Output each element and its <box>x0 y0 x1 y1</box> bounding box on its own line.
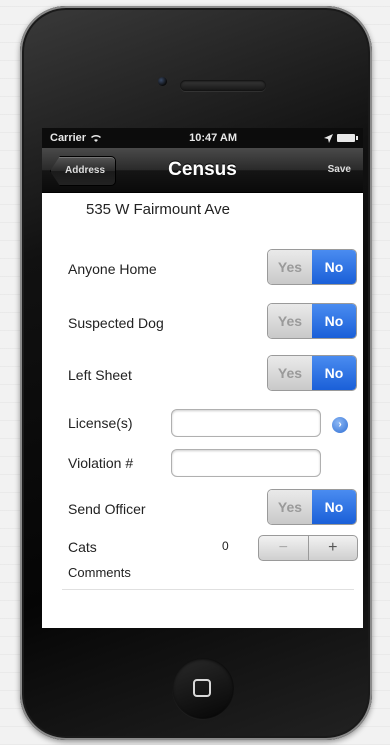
suspected-dog-no[interactable]: No <box>312 304 356 338</box>
send-officer-segmented: Yes No <box>267 489 357 525</box>
comments-label: Comments <box>68 565 131 580</box>
violation-input[interactable] <box>171 449 321 477</box>
licenses-input[interactable] <box>171 409 321 437</box>
comments-textarea[interactable] <box>62 589 354 628</box>
screen: Carrier 10:47 AM Address Census Save 535… <box>42 128 363 628</box>
speaker-grille <box>180 80 266 91</box>
licenses-label: License(s) <box>68 415 133 431</box>
anyone-home-label: Anyone Home <box>68 261 157 277</box>
anyone-home-yes[interactable]: Yes <box>268 250 312 284</box>
suspected-dog-segmented: Yes No <box>267 303 357 339</box>
violation-label: Violation # <box>68 455 134 471</box>
home-square-icon <box>193 679 211 697</box>
left-sheet-no[interactable]: No <box>312 356 356 390</box>
battery-icon <box>337 134 358 142</box>
address-label: 535 W Fairmount Ave <box>86 201 230 218</box>
left-sheet-yes[interactable]: Yes <box>268 356 312 390</box>
cats-stepper: − + <box>258 535 358 561</box>
cats-label: Cats <box>68 539 97 555</box>
cats-decrement-button[interactable]: − <box>259 536 309 560</box>
camera-icon <box>158 77 167 86</box>
form-content: 535 W Fairmount Ave Anyone Home Yes No S… <box>42 193 363 628</box>
info-disclosure-icon[interactable]: › <box>332 417 348 433</box>
suspected-dog-label: Suspected Dog <box>68 315 164 331</box>
send-officer-label: Send Officer <box>68 501 146 517</box>
navigation-bar: Address Census Save <box>42 148 363 193</box>
suspected-dog-yes[interactable]: Yes <box>268 304 312 338</box>
cats-count: 0 <box>222 539 229 553</box>
wifi-icon <box>91 134 102 142</box>
carrier-label: Carrier <box>50 132 87 144</box>
location-arrow-icon <box>324 133 333 143</box>
home-button[interactable] <box>172 658 234 720</box>
send-officer-yes[interactable]: Yes <box>268 490 312 524</box>
clock: 10:47 AM <box>189 132 237 144</box>
left-sheet-label: Left Sheet <box>68 367 132 383</box>
save-button[interactable]: Save <box>316 156 363 184</box>
anyone-home-segmented: Yes No <box>267 249 357 285</box>
status-bar: Carrier 10:47 AM <box>42 128 363 148</box>
anyone-home-no[interactable]: No <box>312 250 356 284</box>
send-officer-no[interactable]: No <box>312 490 356 524</box>
cats-increment-button[interactable]: + <box>309 536 358 560</box>
left-sheet-segmented: Yes No <box>267 355 357 391</box>
